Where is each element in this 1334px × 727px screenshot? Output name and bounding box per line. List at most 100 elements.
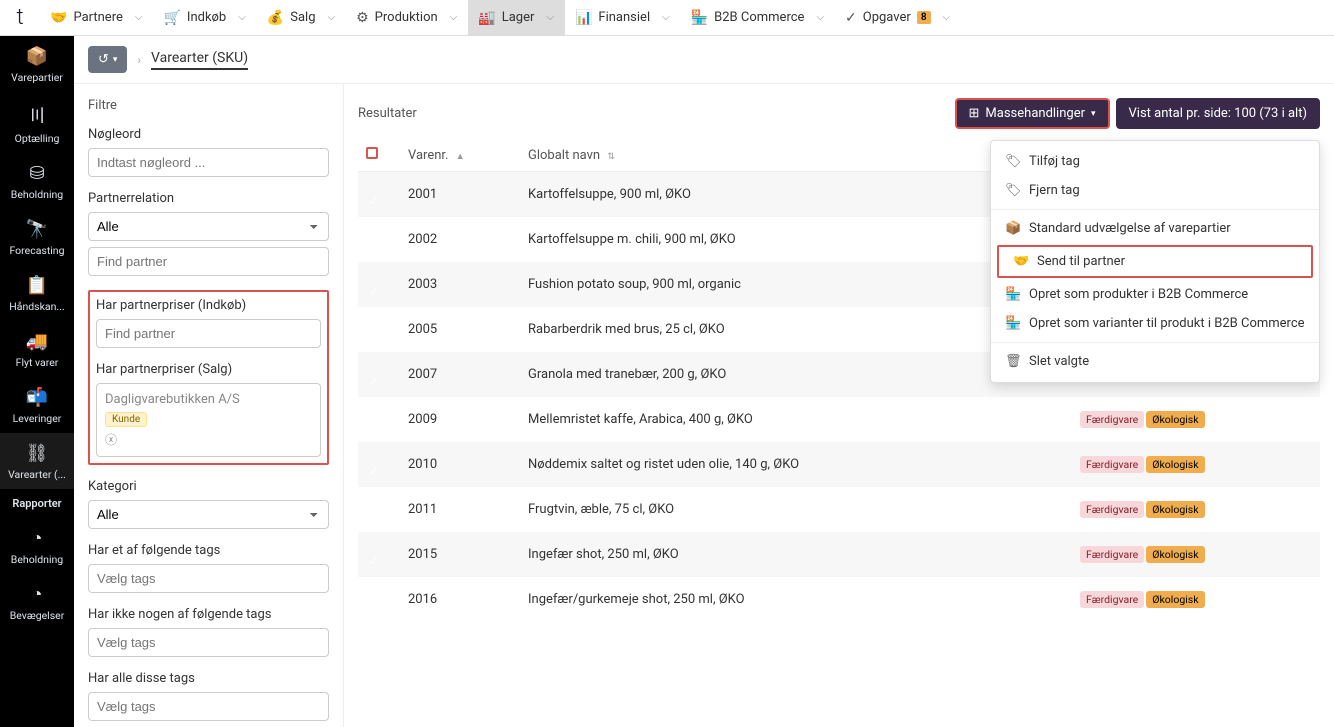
bulk-actions-button[interactable]: ⊞ Massehandlinger ▾ xyxy=(955,98,1110,129)
results-title: Resultater xyxy=(358,106,417,121)
nav-label: Lager xyxy=(502,10,535,25)
table-row[interactable]: 2009 Mellemristet kaffe, Arabica, 400 g,… xyxy=(358,397,1320,442)
all-tags-input[interactable] xyxy=(88,692,329,721)
handshake-icon: 🤝 xyxy=(1013,254,1029,269)
sales-prices-input[interactable]: Dagligvarebutikken A/S Kunde ⓧ xyxy=(96,383,321,457)
sidebar-icon: ◔ xyxy=(32,584,43,605)
keyword-input[interactable] xyxy=(88,148,329,177)
sort-icon: ⇅ xyxy=(607,152,615,162)
not-tags-label: Har ikke nogen af følgende tags xyxy=(88,607,329,622)
filters-title: Filtre xyxy=(88,98,329,113)
nav-icon: 🤝 xyxy=(50,10,67,26)
bulk-actions-dropdown: 🏷 Tilføj tag 🏷 Fjern tag 📦 Standard udvæ… xyxy=(990,140,1320,383)
chevron-down-icon: ⌵ xyxy=(328,12,336,23)
sidebar-item-1[interactable]: 〣Optælling xyxy=(0,92,74,153)
table-row[interactable]: 2015 Ingefær shot, 250 ml, ØKO Færdigvar… xyxy=(358,532,1320,577)
dropdown-delete[interactable]: 🗑 Slet valgte xyxy=(991,347,1319,376)
sidebar-item-7[interactable]: ⛓Varearter (... xyxy=(0,433,74,489)
sidebar-label: Varepartier xyxy=(11,71,63,84)
nav-label: Opgaver xyxy=(863,10,911,25)
row-sku: 2002 xyxy=(408,232,528,247)
chevron-down-icon: ⌵ xyxy=(943,12,951,23)
chevron-down-icon: ⌵ xyxy=(546,12,554,23)
row-sku: 2007 xyxy=(408,367,528,382)
sidebar-icon: 🚚 xyxy=(26,331,48,352)
dropdown-send-partner[interactable]: 🤝 Send til partner xyxy=(999,247,1311,276)
nav-label: B2B Commerce xyxy=(714,10,804,25)
tag: Færdigvare xyxy=(1080,546,1144,563)
topnav-opgaver[interactable]: ✓Opgaver8⌵ xyxy=(835,0,961,35)
sidebar-report-0[interactable]: ◔Beholdning xyxy=(0,518,74,574)
topnav-produktion[interactable]: ⚙Produktion⌵ xyxy=(346,0,468,35)
sidebar-item-0[interactable]: 📦Varepartier xyxy=(0,36,74,92)
partner-prices-highlight: Har partnerpriser (Indkøb) Har partnerpr… xyxy=(88,290,329,465)
column-sku[interactable]: Varenr. ▲ xyxy=(408,148,528,163)
sidebar-icon: 🔭 xyxy=(26,219,48,240)
all-tags-label: Har alle disse tags xyxy=(88,671,329,686)
sidebar-icon: 📬 xyxy=(26,387,48,408)
dropdown-create-variants[interactable]: 🏪 Opret som varianter til produkt i B2B … xyxy=(991,309,1319,338)
table-row[interactable]: 2011 Frugtvin, æble, 75 cl, ØKO Færdigva… xyxy=(358,487,1320,532)
topnav-partnere[interactable]: 🤝Partnere⌵ xyxy=(40,0,153,35)
topnav-salg[interactable]: 💰 Salg ⌵ xyxy=(257,0,346,35)
nav-icon: 🏭 xyxy=(478,10,495,26)
row-sku: 2011 xyxy=(408,502,528,517)
tag: Færdigvare xyxy=(1080,501,1144,518)
sidebar-label: Flyt varer xyxy=(16,356,59,369)
nav-icon: ⚙ xyxy=(356,10,369,26)
purchase-prices-input[interactable] xyxy=(96,319,321,348)
not-tags-input[interactable] xyxy=(88,628,329,657)
has-tags-input[interactable] xyxy=(88,564,329,593)
nav-label: Partnere xyxy=(73,10,122,25)
tag: Økologisk xyxy=(1146,411,1204,428)
sidebar-item-4[interactable]: 📋Håndskan... xyxy=(0,265,74,321)
sidebar-item-6[interactable]: 📬Leveringer xyxy=(0,377,74,433)
box-icon: 📦 xyxy=(1005,221,1021,236)
table-row[interactable]: 2010 Nøddemix saltet og ristet uden olie… xyxy=(358,442,1320,487)
sidebar: 📦Varepartier〣Optælling⛁Beholdning🔭Foreca… xyxy=(0,36,74,727)
category-select[interactable]: Alle xyxy=(88,500,329,529)
row-sku: 2010 xyxy=(408,457,528,472)
dropdown-standard-selection[interactable]: 📦 Standard udvælgelse af varepartier xyxy=(991,214,1319,243)
app-logo[interactable]: t xyxy=(0,5,40,30)
table-row[interactable]: 2016 Ingefær/gurkemeje shot, 250 ml, ØKO… xyxy=(358,577,1320,622)
chevron-down-icon: ⌵ xyxy=(816,12,824,23)
breadcrumb: ↺ ▾ › Varearter (SKU) xyxy=(74,36,1334,84)
sidebar-icon: 📋 xyxy=(26,275,48,296)
row-name: Nøddemix saltet og ristet uden olie, 140… xyxy=(528,457,1080,472)
has-tags-label: Har et af følgende tags xyxy=(88,543,329,558)
filters-panel: Filtre Nøgleord Partnerrelation Alle Har… xyxy=(74,84,344,727)
chevron-down-icon: ⌵ xyxy=(238,12,246,23)
history-button[interactable]: ↺ ▾ xyxy=(88,46,127,73)
purchase-prices-label: Har partnerpriser (Indkøb) xyxy=(96,298,321,313)
dropdown-remove-tag[interactable]: 🏷 Fjern tag xyxy=(991,176,1319,205)
page-count-button[interactable]: Vist antal pr. side: 100 (73 i alt) xyxy=(1116,98,1320,129)
row-tags: FærdigvareØkologisk xyxy=(1080,501,1320,518)
topnav-indkøb[interactable]: 🛒Indkøb⌵ xyxy=(153,0,256,35)
sidebar-item-2[interactable]: ⛁Beholdning xyxy=(0,153,74,209)
sidebar-report-1[interactable]: ◔Bevægelser xyxy=(0,574,74,630)
row-sku: 2001 xyxy=(408,187,528,202)
partner-relation-search[interactable] xyxy=(88,247,329,276)
partner-relation-select[interactable]: Alle xyxy=(88,212,329,241)
partner-relation-label: Partnerrelation xyxy=(88,191,329,206)
category-label: Kategori xyxy=(88,479,329,494)
topnav-b2b commerce[interactable]: 🏪B2B Commerce⌵ xyxy=(681,0,835,35)
sidebar-icon: ⛁ xyxy=(29,163,44,184)
tag: Færdigvare xyxy=(1080,591,1144,608)
nav-label: Salg xyxy=(290,10,315,25)
dropdown-create-products[interactable]: 🏪 Opret som produkter i B2B Commerce xyxy=(991,280,1319,309)
sidebar-item-3[interactable]: 🔭Forecasting xyxy=(0,209,74,265)
chevron-right-icon: › xyxy=(137,53,141,67)
sales-partner-name: Dagligvarebutikken A/S xyxy=(105,392,312,407)
bulk-actions-label: Massehandlinger xyxy=(985,106,1085,121)
topnav-finansiel[interactable]: 📊Finansiel⌵ xyxy=(565,0,681,35)
topnav-lager[interactable]: 🏭 Lager ⌵ xyxy=(468,0,565,35)
sales-prices-label: Har partnerpriser (Salg) xyxy=(96,362,321,377)
remove-chip-icon[interactable]: ⓧ xyxy=(105,431,312,448)
nav-icon: 💰 xyxy=(267,10,284,26)
sidebar-item-5[interactable]: 🚚 Flyt varer xyxy=(0,321,74,377)
row-tags: FærdigvareØkologisk xyxy=(1080,456,1320,473)
sidebar-icon: ⛓ xyxy=(26,443,49,464)
dropdown-add-tag[interactable]: 🏷 Tilføj tag xyxy=(991,147,1319,176)
